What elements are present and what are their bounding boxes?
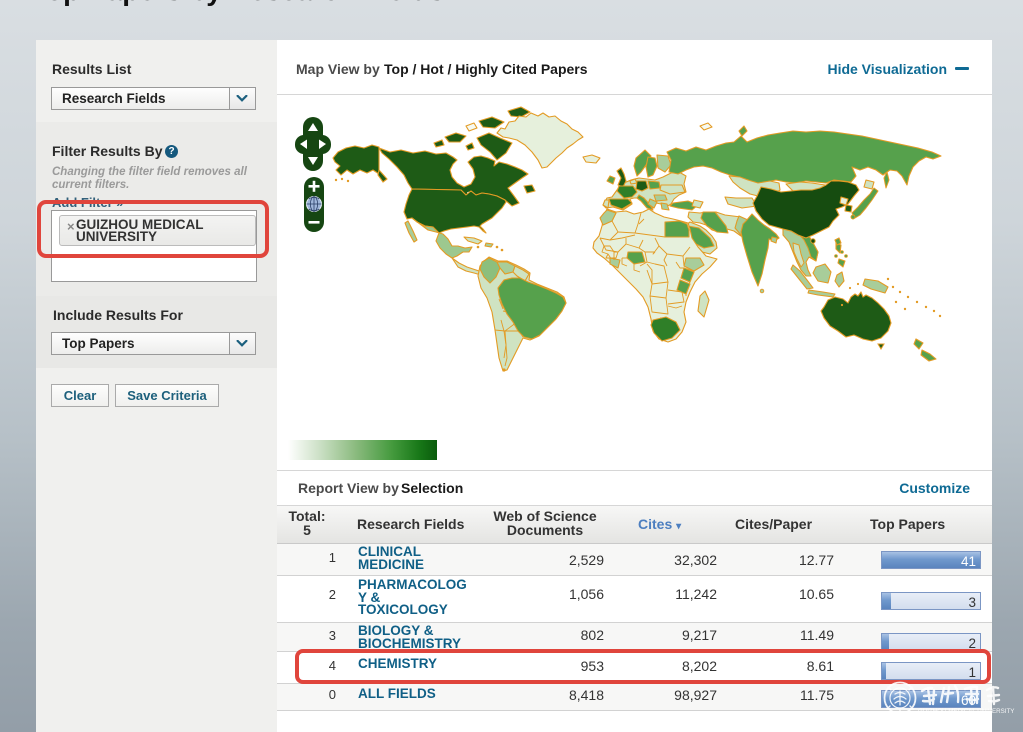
svg-text:GUIZHOU MEDICAL UNIVERSITY: GUIZHOU MEDICAL UNIVERSITY (918, 708, 1014, 715)
